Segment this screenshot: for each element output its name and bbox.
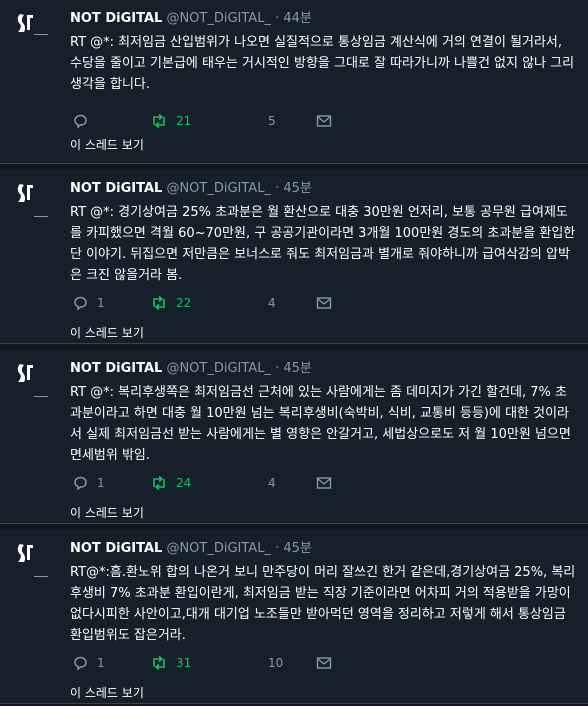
direct-message-button[interactable] (316, 292, 332, 314)
user-handle[interactable]: @NOT_DiGITAL_ (166, 181, 271, 196)
like-count: 4 (268, 296, 276, 310)
reply-count: 1 (97, 296, 105, 310)
reply-button[interactable]: 1 (72, 652, 105, 674)
retweet-icon (153, 295, 165, 311)
like-button[interactable]: 5 (260, 110, 276, 132)
retweet-count: 24 (176, 476, 192, 490)
separator-dot: · (275, 541, 280, 556)
tweet-text: RT @*: 경기상여금 25% 초과분은 월 환산으로 대충 30만원 언저리… (70, 205, 576, 283)
user-handle[interactable]: @NOT_DiGITAL_ (166, 11, 271, 26)
timestamp[interactable]: 45분 (283, 181, 312, 196)
retweet-button[interactable]: 22 (150, 292, 191, 314)
reply-button[interactable]: 1 (72, 472, 105, 494)
avatar[interactable] (12, 180, 38, 206)
timeline-feed: NOT DiGITAL @NOT_DiGITAL_ · 44분 RT @*: 최… (0, 0, 588, 704)
display-name[interactable]: NOT DiGITAL (70, 541, 162, 556)
avatar[interactable] (12, 540, 38, 566)
avatar[interactable] (12, 10, 38, 36)
user-handle[interactable]: @NOT_DiGITAL_ (166, 361, 271, 376)
separator-dot: · (275, 181, 280, 196)
reply-icon (74, 476, 87, 491)
tweet-header: NOT DiGITAL @NOT_DiGITAL_ · 45분 (70, 180, 576, 198)
reply-icon (74, 656, 87, 671)
retweet-button[interactable]: 21 (150, 110, 191, 132)
retweet-icon (153, 113, 165, 129)
avatar-logo-icon (17, 184, 33, 202)
like-count: 10 (268, 656, 284, 670)
direct-message-button[interactable] (316, 652, 332, 674)
reply-icon (74, 296, 87, 311)
show-thread-link[interactable]: 이 스레드 보기 (70, 324, 144, 341)
tweet[interactable]: NOT DiGITAL @NOT_DiGITAL_ · 45분 RT @*: 복… (0, 350, 588, 524)
tweet-text: RT@*:흠.환노위 합의 나온거 보니 만주당이 머리 잘쓰긴 한거 같은데,… (70, 565, 576, 643)
retweet-button[interactable]: 31 (150, 652, 191, 674)
like-count: 5 (268, 114, 276, 128)
retweet-icon (153, 475, 165, 491)
show-thread-link[interactable]: 이 스레드 보기 (70, 136, 144, 153)
tweet-header: NOT DiGITAL @NOT_DiGITAL_ · 45분 (70, 540, 576, 558)
avatar[interactable] (12, 360, 38, 386)
thread-connector (34, 576, 48, 577)
like-button[interactable]: 10 (260, 652, 283, 674)
tweet-text: RT @*: 최저임금 산입범위가 나오면 실질적으로 통상임금 계산식에 거의… (70, 35, 575, 92)
tweet-content: NOT DiGITAL @NOT_DiGITAL_ · 45분 RT @*: 경… (70, 180, 576, 286)
avatar-logo-icon (17, 14, 33, 32)
timestamp[interactable]: 45분 (283, 541, 312, 556)
tweet-content: NOT DiGITAL @NOT_DiGITAL_ · 45분 RT@*:흠.환… (70, 540, 576, 646)
retweet-icon (153, 655, 165, 671)
tweet-actions: 1 24 4 (70, 472, 350, 494)
like-count: 4 (268, 476, 276, 490)
separator-dot: · (275, 11, 280, 26)
tweet-header: NOT DiGITAL @NOT_DiGITAL_ · 45분 (70, 360, 576, 378)
retweet-count: 21 (176, 114, 192, 128)
tweet-actions: 1 31 10 (70, 652, 350, 674)
show-thread-link[interactable]: 이 스레드 보기 (70, 504, 144, 521)
tweet-actions: 21 5 (70, 110, 350, 132)
avatar-logo-icon (17, 364, 33, 382)
direct-message-icon (316, 297, 332, 309)
display-name[interactable]: NOT DiGITAL (70, 11, 162, 26)
retweet-count: 22 (176, 296, 192, 310)
display-name[interactable]: NOT DiGITAL (70, 181, 162, 196)
direct-message-button[interactable] (316, 110, 332, 132)
tweet-content: NOT DiGITAL @NOT_DiGITAL_ · 44분 RT @*: 최… (70, 10, 576, 95)
tweet-actions: 1 22 4 (70, 292, 350, 314)
direct-message-icon (316, 115, 332, 127)
direct-message-icon (316, 657, 332, 669)
direct-message-icon (316, 477, 332, 489)
show-thread-link[interactable]: 이 스레드 보기 (70, 684, 144, 701)
reply-button[interactable] (72, 110, 97, 132)
user-handle[interactable]: @NOT_DiGITAL_ (166, 541, 271, 556)
thread-connector (34, 216, 48, 217)
reply-button[interactable]: 1 (72, 292, 105, 314)
tweet[interactable]: NOT DiGITAL @NOT_DiGITAL_ · 45분 RT@*:흠.환… (0, 530, 588, 704)
like-button[interactable]: 4 (260, 292, 276, 314)
like-button[interactable]: 4 (260, 472, 276, 494)
thread-connector (34, 34, 48, 35)
avatar-logo-icon (17, 544, 33, 562)
tweet[interactable]: NOT DiGITAL @NOT_DiGITAL_ · 44분 RT @*: 최… (0, 0, 588, 164)
timestamp[interactable]: 45분 (283, 361, 312, 376)
retweet-count: 31 (176, 656, 192, 670)
retweet-button[interactable]: 24 (150, 472, 191, 494)
display-name[interactable]: NOT DiGITAL (70, 361, 162, 376)
direct-message-button[interactable] (316, 472, 332, 494)
reply-count: 1 (97, 476, 105, 490)
reply-icon (74, 114, 87, 129)
tweet-content: NOT DiGITAL @NOT_DiGITAL_ · 45분 RT @*: 복… (70, 360, 576, 466)
thread-connector (34, 396, 48, 397)
tweet-text: RT @*: 복리후생쪽은 최저임금선 근처에 있는 사람에게는 좀 데미지가 … (70, 385, 571, 463)
tweet[interactable]: NOT DiGITAL @NOT_DiGITAL_ · 45분 RT @*: 경… (0, 170, 588, 344)
separator-dot: · (275, 361, 280, 376)
reply-count: 1 (97, 656, 105, 670)
tweet-header: NOT DiGITAL @NOT_DiGITAL_ · 44분 (70, 10, 576, 28)
timestamp[interactable]: 44분 (283, 11, 312, 26)
